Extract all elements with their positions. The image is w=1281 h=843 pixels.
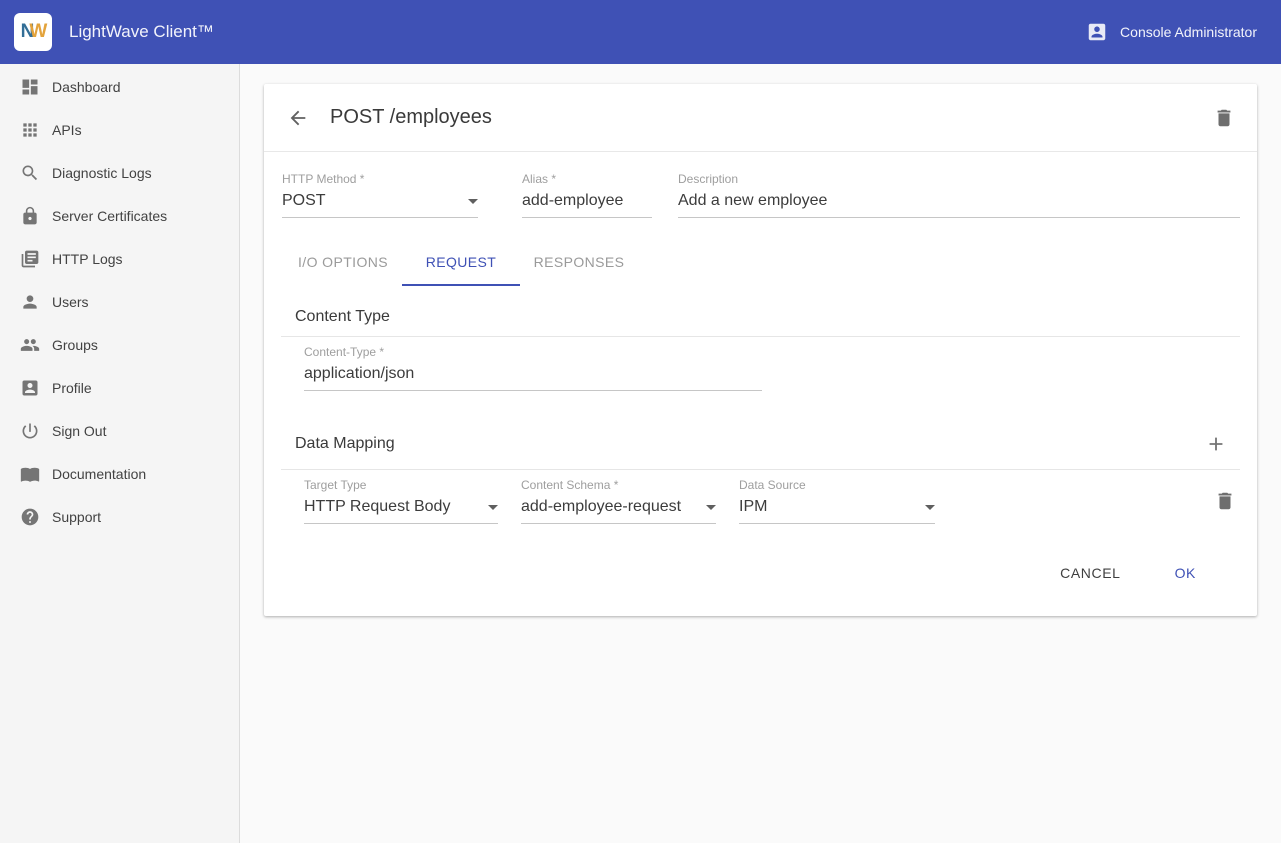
sidebar-item-label: Diagnostic Logs <box>52 165 152 181</box>
content-type-label: Content-Type * <box>304 345 762 359</box>
sidebar-item-users[interactable]: Users <box>0 280 239 323</box>
form-actions: CANCEL OK <box>264 524 1257 592</box>
sidebar-item-label: Dashboard <box>52 79 121 95</box>
content-type-heading: Content Type <box>295 308 390 326</box>
sidebar-item-support[interactable]: Support <box>0 495 239 538</box>
delete-endpoint-button[interactable] <box>1209 103 1239 133</box>
arrow-back-icon <box>287 107 309 129</box>
data-mapping-heading: Data Mapping <box>295 435 395 453</box>
tab-responses[interactable]: RESPONSES <box>520 240 638 286</box>
sidebar-item-apis[interactable]: APIs <box>0 108 239 151</box>
content-type-section-header: Content Type <box>264 286 1257 336</box>
endpoint-card: POST /employees HTTP Method * POST Alias… <box>264 84 1257 616</box>
sidebar-item-label: Server Certificates <box>52 208 167 224</box>
sidebar-item-label: Profile <box>52 380 92 396</box>
target-type-value: HTTP Request Body <box>304 498 450 516</box>
sidebar-item-label: APIs <box>52 122 82 138</box>
target-type-select[interactable]: Target Type HTTP Request Body <box>304 478 498 524</box>
description-field[interactable]: Description Add a new employee <box>678 172 1240 218</box>
data-source-select[interactable]: Data Source IPM <box>739 478 935 524</box>
app-bar: N W LightWave Client™ Console Administra… <box>0 0 1281 64</box>
card-header: POST /employees <box>264 84 1257 152</box>
dropdown-arrow-icon <box>925 505 935 510</box>
tab-bar: I/O OPTIONS REQUEST RESPONSES <box>284 240 1257 286</box>
sidebar-item-label: Users <box>52 294 89 310</box>
sidebar-item-label: Support <box>52 509 101 525</box>
description-label: Description <box>678 172 1240 186</box>
http-method-label: HTTP Method * <box>282 172 478 186</box>
dropdown-arrow-icon <box>706 505 716 510</box>
sidebar-item-profile[interactable]: Profile <box>0 366 239 409</box>
ok-button[interactable]: OK <box>1159 556 1212 590</box>
sidebar-item-server-certificates[interactable]: Server Certificates <box>0 194 239 237</box>
sidebar-item-label: Groups <box>52 337 98 353</box>
power-icon <box>20 421 40 441</box>
section-divider <box>281 469 1240 470</box>
alias-field[interactable]: Alias * add-employee <box>522 172 652 218</box>
dashboard-icon <box>20 77 40 97</box>
book-icon <box>20 464 40 484</box>
user-menu[interactable]: Console Administrator <box>1086 21 1257 43</box>
apps-icon <box>20 120 40 140</box>
sidebar-item-diagnostic-logs[interactable]: Diagnostic Logs <box>0 151 239 194</box>
tab-request[interactable]: REQUEST <box>402 240 520 286</box>
delete-icon <box>1213 107 1235 129</box>
search-icon <box>20 163 40 183</box>
sidebar-item-sign-out[interactable]: Sign Out <box>0 409 239 452</box>
cancel-button[interactable]: CANCEL <box>1044 556 1136 590</box>
person-icon <box>20 292 40 312</box>
people-icon <box>20 335 40 355</box>
data-source-label: Data Source <box>739 478 935 492</box>
dropdown-arrow-icon <box>468 199 478 204</box>
alias-value: add-employee <box>522 192 623 210</box>
sidebar-item-groups[interactable]: Groups <box>0 323 239 366</box>
sidebar-nav: Dashboard APIs Diagnostic Logs Server Ce… <box>0 64 240 843</box>
content-schema-select[interactable]: Content Schema * add-employee-request <box>521 478 716 524</box>
sidebar-item-label: Documentation <box>52 466 146 482</box>
sidebar-item-label: HTTP Logs <box>52 251 123 267</box>
dropdown-arrow-icon <box>488 505 498 510</box>
app-title: LightWave Client™ <box>69 22 214 42</box>
library-books-icon <box>20 249 40 269</box>
page-title: POST /employees <box>330 106 492 129</box>
endpoint-fields-row: HTTP Method * POST Alias * add-employee … <box>264 152 1257 218</box>
alias-label: Alias * <box>522 172 652 186</box>
account-box-icon <box>20 378 40 398</box>
account-box-icon <box>1086 21 1108 43</box>
sidebar-item-http-logs[interactable]: HTTP Logs <box>0 237 239 280</box>
description-value: Add a new employee <box>678 192 827 210</box>
back-button[interactable] <box>283 103 313 133</box>
main-content: POST /employees HTTP Method * POST Alias… <box>240 64 1281 843</box>
logo-letter-w: W <box>29 21 45 43</box>
content-type-field[interactable]: Content-Type * application/json <box>304 345 762 391</box>
tab-io-options[interactable]: I/O OPTIONS <box>284 240 402 286</box>
user-label: Console Administrator <box>1120 24 1257 40</box>
section-divider <box>281 336 1240 337</box>
content-schema-label: Content Schema * <box>521 478 716 492</box>
help-icon <box>20 507 40 527</box>
delete-mapping-button[interactable] <box>1210 486 1240 516</box>
delete-icon <box>1214 490 1236 512</box>
lock-icon <box>20 206 40 226</box>
sidebar-item-dashboard[interactable]: Dashboard <box>0 65 239 108</box>
sidebar-item-documentation[interactable]: Documentation <box>0 452 239 495</box>
target-type-label: Target Type <box>304 478 498 492</box>
app-logo[interactable]: N W <box>14 13 52 51</box>
data-source-value: IPM <box>739 498 767 516</box>
sidebar-item-label: Sign Out <box>52 423 106 439</box>
add-mapping-button[interactable] <box>1201 429 1231 459</box>
content-schema-value: add-employee-request <box>521 498 681 516</box>
http-method-select[interactable]: HTTP Method * POST <box>282 172 478 218</box>
content-type-value: application/json <box>304 365 414 383</box>
data-mapping-section-header: Data Mapping <box>264 391 1257 469</box>
data-mapping-row: Target Type HTTP Request Body Content Sc… <box>304 478 1240 524</box>
http-method-value: POST <box>282 192 326 210</box>
plus-icon <box>1205 433 1227 455</box>
